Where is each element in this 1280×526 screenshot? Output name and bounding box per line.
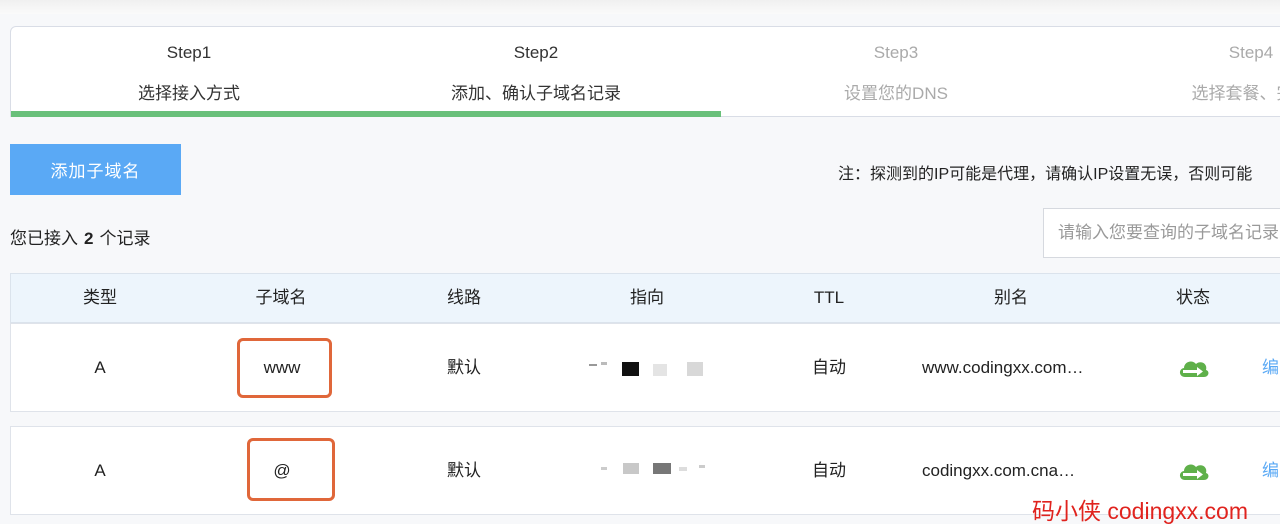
- step-progress-panel: Step1 选择接入方式 Step2 添加、确认子域名记录 Step3 设置您的…: [10, 26, 1280, 117]
- step-number: Step2: [513, 43, 559, 62]
- header-type: 类型: [83, 288, 117, 307]
- header-subdomain: 子域名: [255, 288, 307, 307]
- step-number: Step1: [166, 43, 212, 62]
- header-ttl: TTL: [813, 288, 845, 307]
- step-label: 选择套餐、完成: [1191, 84, 1280, 103]
- header-line: 线路: [447, 288, 481, 307]
- record-ttl: 自动: [812, 461, 846, 480]
- record-count: 您已接入 2 个记录: [10, 224, 150, 249]
- record-alias: www.codingxx.com…: [922, 358, 1084, 377]
- record-count-prefix: 您已接入: [10, 229, 78, 248]
- cloud-icon[interactable]: [1177, 460, 1210, 482]
- step-number: Step3: [873, 43, 919, 62]
- watermark: 码小侠 codingxx.com: [1032, 498, 1249, 524]
- record-subdomain: @: [273, 461, 291, 480]
- cloud-icon[interactable]: [1177, 357, 1210, 379]
- record-type: A: [94, 461, 106, 480]
- add-subdomain-button[interactable]: 添加子域名: [10, 144, 181, 195]
- browser-top-bar: [0, 0, 1280, 15]
- subdomain-search-input[interactable]: [1043, 208, 1280, 258]
- record-count-value: 2: [84, 229, 94, 248]
- table-row: A www 默认 自动 www.codingxx.com… 编: [10, 323, 1280, 412]
- record-count-suffix: 个记录: [99, 229, 151, 248]
- record-line: 默认: [447, 461, 481, 480]
- proxy-note: 注：探测到的IP可能是代理，请确认IP设置无误，否则可能: [838, 166, 1253, 183]
- header-status: 状态: [1176, 288, 1210, 307]
- step-progress-bar: [11, 111, 721, 117]
- records-table-header: 类型 子域名 线路 指向 TTL 别名 状态: [10, 273, 1280, 323]
- record-line: 默认: [447, 358, 481, 377]
- header-target: 指向: [630, 288, 664, 307]
- edit-link[interactable]: 编: [1262, 427, 1279, 514]
- record-subdomain: www: [263, 358, 301, 377]
- highlight-box: [247, 438, 335, 501]
- record-type: A: [94, 358, 106, 377]
- edit-link[interactable]: 编: [1262, 324, 1279, 411]
- step-number: Step4: [1228, 43, 1274, 62]
- step-label: 设置您的DNS: [844, 84, 948, 103]
- header-alias: 别名: [994, 288, 1028, 307]
- step-label: 添加、确认子域名记录: [451, 84, 621, 103]
- record-ttl: 自动: [812, 358, 846, 377]
- step-label: 选择接入方式: [138, 84, 240, 103]
